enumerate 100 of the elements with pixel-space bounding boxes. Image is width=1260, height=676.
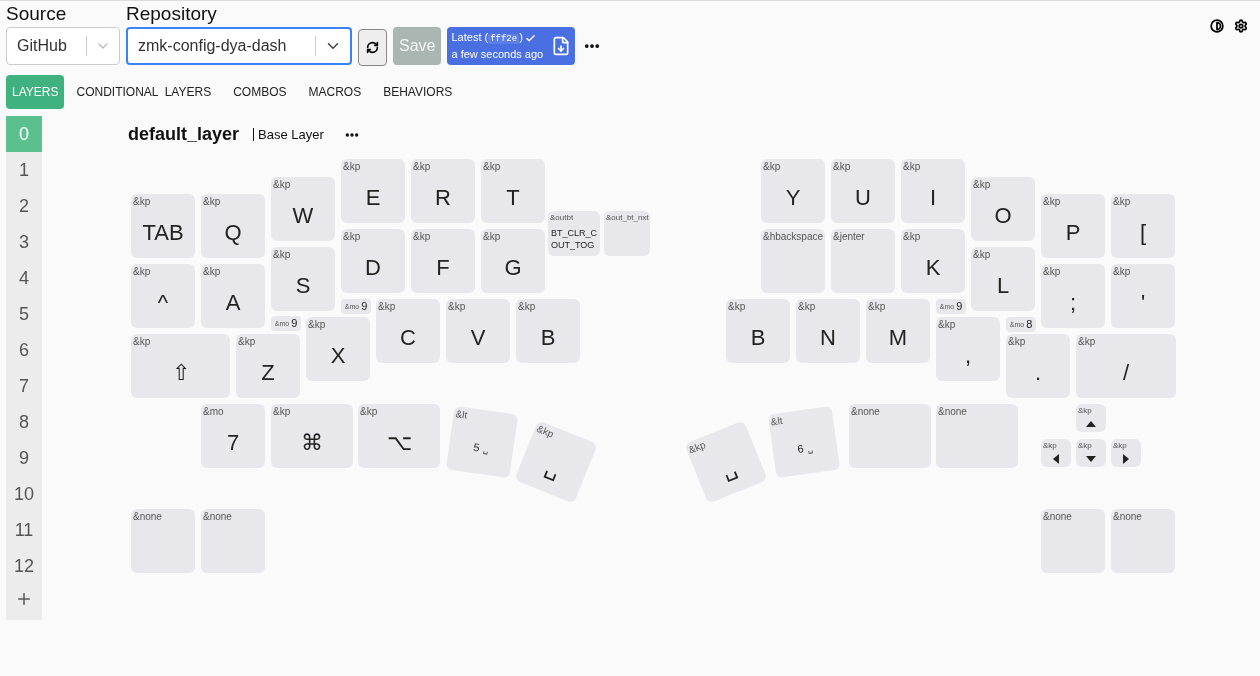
key[interactable]: &kp , xyxy=(936,317,1000,381)
key[interactable]: &kp ⌘ xyxy=(271,404,353,468)
key[interactable]: &none xyxy=(936,404,1018,468)
key[interactable]: &kp ^ xyxy=(131,264,195,328)
key-label: 9 xyxy=(956,301,963,312)
key[interactable]: &kp F xyxy=(411,229,475,293)
key[interactable]: &kp L xyxy=(971,247,1035,311)
key[interactable]: &mo 7 xyxy=(201,404,265,468)
tab[interactable]: COMBOS xyxy=(223,75,297,109)
key-label: T xyxy=(506,186,520,209)
key[interactable]: &kp xyxy=(1041,439,1071,467)
key[interactable]: &kp X xyxy=(306,317,370,381)
key[interactable]: &kp N xyxy=(796,299,860,363)
key[interactable]: &lt 6 ␣ xyxy=(767,405,841,479)
settings-icon[interactable] xyxy=(1234,19,1248,33)
key[interactable]: &kp A xyxy=(201,264,265,328)
key[interactable]: &kp P xyxy=(1041,194,1105,258)
key[interactable]: &kp ⇧ xyxy=(131,334,230,398)
key-label: , xyxy=(964,344,972,367)
key-behavior: &kp xyxy=(272,405,291,417)
key[interactable]: &kp C xyxy=(376,299,440,363)
key-behavior: &kp xyxy=(359,405,378,417)
key[interactable]: &kp G xyxy=(481,229,545,293)
layer-tab[interactable]: 4 xyxy=(6,260,42,296)
key[interactable]: &none xyxy=(131,509,195,573)
key-behavior: &kp xyxy=(867,300,886,312)
key-behavior: &hbackspace xyxy=(762,230,824,242)
key-behavior: &none xyxy=(132,510,162,522)
key[interactable]: &kp ␣ xyxy=(684,420,768,504)
key[interactable]: &kp Y xyxy=(761,159,825,223)
key[interactable]: &kp I xyxy=(901,159,965,223)
key[interactable]: &outbt BT_CLR_C OUT_TOG xyxy=(548,211,600,256)
layer-tab[interactable]: 12 xyxy=(6,548,42,584)
key[interactable]: &kp R xyxy=(411,159,475,223)
key-label: G xyxy=(504,256,522,279)
key-label: 8 xyxy=(1026,319,1033,330)
layer-tab[interactable]: 10 xyxy=(6,476,42,512)
layer-tab[interactable]: 6 xyxy=(6,332,42,368)
key[interactable]: &kp S xyxy=(271,247,335,311)
key[interactable]: &kp E xyxy=(341,159,405,223)
key[interactable]: &kp ; xyxy=(1041,264,1105,328)
layer-tab[interactable]: 7 xyxy=(6,368,42,404)
key[interactable]: &kp ' xyxy=(1111,264,1175,328)
key[interactable]: &kp / xyxy=(1076,334,1176,398)
key[interactable]: &none xyxy=(1111,509,1175,573)
key[interactable]: &kp B xyxy=(516,299,580,363)
key[interactable]: &kp W xyxy=(271,177,335,241)
key-behavior: &kp xyxy=(1077,440,1092,450)
layer-tab[interactable]: 2 xyxy=(6,188,42,224)
layer-tab[interactable]: 1 xyxy=(6,152,42,188)
key[interactable]: &none xyxy=(201,509,265,573)
key[interactable]: &kp O xyxy=(971,177,1035,241)
key[interactable]: &none xyxy=(1041,509,1105,573)
key[interactable]: &kp V xyxy=(446,299,510,363)
repository-select[interactable]: zmk-config-dya-dash xyxy=(126,27,352,65)
key[interactable]: &kp [ xyxy=(1111,194,1175,258)
key-behavior: &kp xyxy=(1112,440,1127,450)
key[interactable]: &kp K xyxy=(901,229,965,293)
layer-tab[interactable]: 3 xyxy=(6,224,42,260)
key[interactable]: &kp xyxy=(1076,404,1106,432)
key[interactable]: &kp . xyxy=(1006,334,1070,398)
key[interactable]: &kp ␣ xyxy=(514,420,598,504)
contrast-icon[interactable] xyxy=(1210,19,1224,33)
key[interactable]: &kp T xyxy=(481,159,545,223)
key-behavior: &kp xyxy=(202,265,221,277)
key-behavior: &kp xyxy=(272,178,291,190)
tab[interactable]: CONDITIONAL LAYERS xyxy=(66,75,222,109)
key[interactable]: &kp xyxy=(1111,439,1141,467)
layer-tab[interactable]: 5 xyxy=(6,296,42,332)
key[interactable]: &kp xyxy=(1076,439,1106,467)
key[interactable]: &jenter xyxy=(831,229,895,293)
layer-tab[interactable]: 8 xyxy=(6,404,42,440)
key[interactable]: &hbackspace xyxy=(761,229,825,293)
key[interactable]: &kp Z xyxy=(236,334,300,398)
key-label: . xyxy=(1034,361,1042,384)
key[interactable]: &kp U xyxy=(831,159,895,223)
key[interactable]: &kp B xyxy=(726,299,790,363)
key[interactable]: &kp TAB xyxy=(131,194,195,258)
key-label: F xyxy=(436,256,450,279)
source-select[interactable]: GitHub xyxy=(6,27,120,65)
key[interactable]: &out_bt_nxt xyxy=(604,211,650,256)
key[interactable]: &kp M xyxy=(866,299,930,363)
key[interactable]: &kp D xyxy=(341,229,405,293)
key[interactable]: &kp ⌥ xyxy=(358,404,440,468)
tab[interactable]: BEHAVIORS xyxy=(373,75,463,109)
key[interactable]: &none xyxy=(849,404,931,468)
key-label: ; xyxy=(1069,291,1077,314)
key[interactable]: &kp Q xyxy=(201,194,265,258)
refresh-button[interactable] xyxy=(358,29,387,66)
key-behavior: &kp xyxy=(1077,405,1092,415)
key-behavior: &outbt xyxy=(549,212,574,222)
tab[interactable]: MACROS xyxy=(298,75,372,109)
key[interactable]: &lt 5 ␣ xyxy=(445,405,519,479)
key-behavior: &kp xyxy=(517,300,536,312)
key-behavior: &kp xyxy=(272,248,291,260)
plus-icon xyxy=(15,590,33,608)
key-label: [ xyxy=(1139,221,1147,244)
layer-tab[interactable]: 11 xyxy=(6,512,42,548)
layer-tab[interactable]: 9 xyxy=(6,440,42,476)
file-download-icon xyxy=(551,36,572,56)
